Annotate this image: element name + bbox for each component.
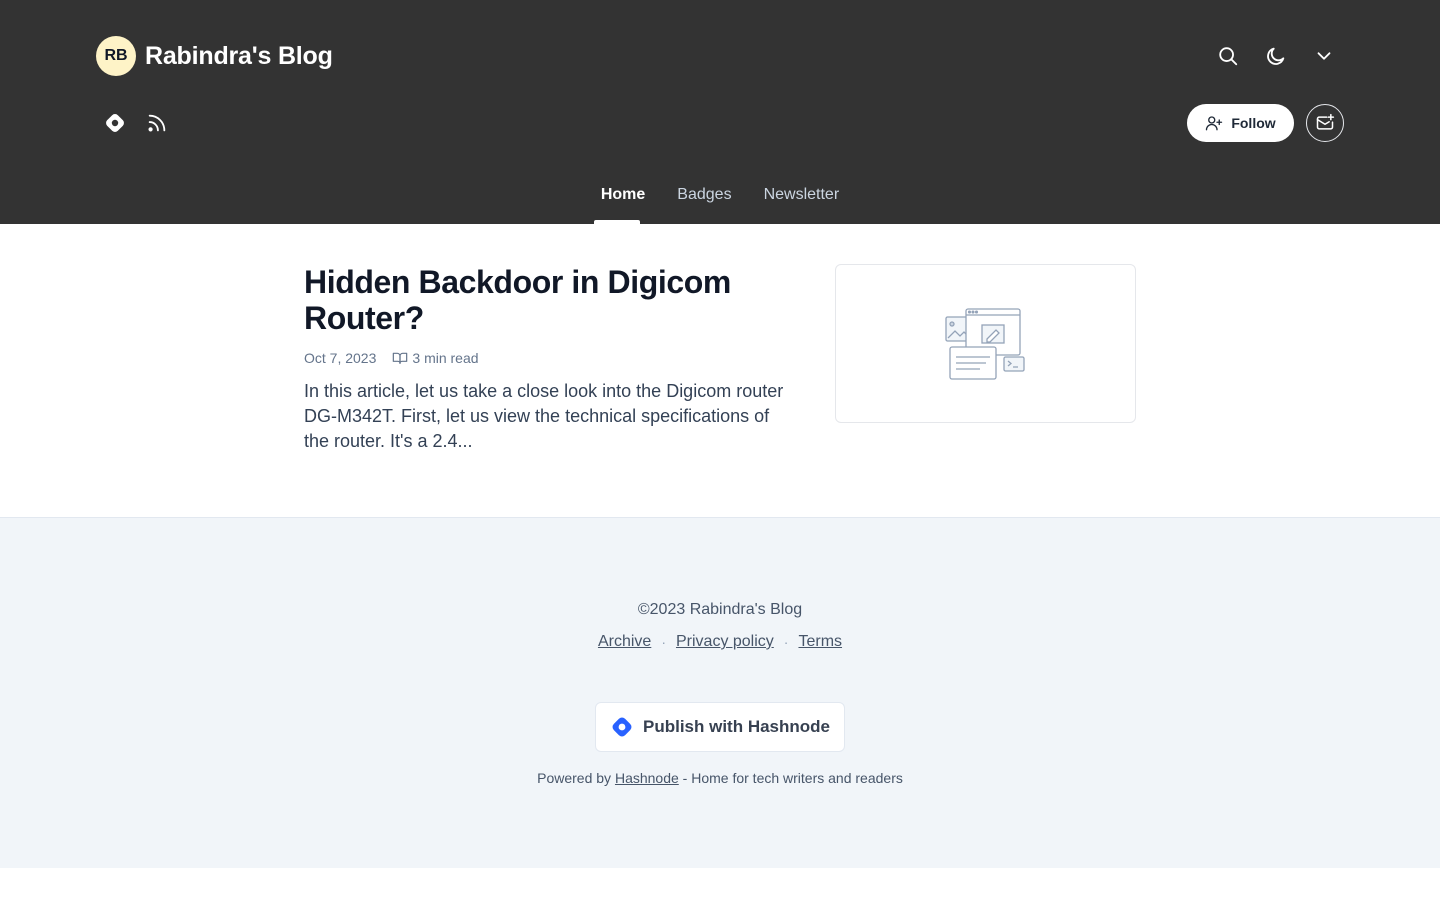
post-title[interactable]: Hidden Backdoor in Digicom Router? bbox=[304, 264, 784, 336]
post-cover-image[interactable] bbox=[835, 264, 1136, 423]
menu-dropdown-button[interactable] bbox=[1300, 36, 1348, 76]
post-meta: Oct 7, 2023 3 min read bbox=[304, 350, 479, 366]
hashnode-logo-icon bbox=[612, 717, 632, 737]
follow-label: Follow bbox=[1231, 115, 1276, 131]
powered-suffix: - Home for tech writers and readers bbox=[678, 770, 903, 786]
chevron-down-icon bbox=[1317, 52, 1331, 60]
follow-button[interactable]: Follow bbox=[1187, 104, 1294, 142]
main-nav: Home Badges Newsletter bbox=[0, 186, 1440, 204]
blog-title[interactable]: Rabindra's Blog bbox=[145, 42, 333, 71]
post-excerpt[interactable]: In this article, let us take a close loo… bbox=[304, 379, 784, 454]
active-nav-indicator bbox=[594, 220, 640, 224]
rss-icon bbox=[148, 114, 166, 132]
archive-link[interactable]: Archive bbox=[598, 633, 651, 651]
nav-item-home[interactable]: Home bbox=[601, 186, 645, 204]
nav-item-newsletter[interactable]: Newsletter bbox=[764, 186, 840, 204]
privacy-policy-link[interactable]: Privacy policy bbox=[676, 633, 774, 651]
hashnode-profile-link[interactable] bbox=[96, 104, 134, 142]
nav-item-badges[interactable]: Badges bbox=[677, 186, 731, 204]
powered-by-text: Powered by Hashnode - Home for tech writ… bbox=[0, 770, 1440, 786]
book-open-icon bbox=[393, 352, 408, 364]
user-plus-icon bbox=[1206, 116, 1223, 131]
powered-prefix: Powered by bbox=[537, 770, 615, 786]
image-placeholder-icon bbox=[944, 307, 1025, 380]
blog-header: RB Rabindra's Blog Follow Home Badges Ne… bbox=[0, 0, 1440, 224]
search-icon bbox=[1219, 47, 1238, 66]
copyright-text: ©2023 Rabindra's Blog bbox=[637, 601, 803, 618]
mail-plus-icon bbox=[1316, 113, 1335, 130]
post-date: Oct 7, 2023 bbox=[304, 350, 377, 366]
theme-toggle-button[interactable] bbox=[1252, 36, 1300, 76]
terms-link[interactable]: Terms bbox=[798, 633, 842, 651]
link-separator: · bbox=[783, 634, 789, 650]
newsletter-subscribe-button[interactable] bbox=[1306, 104, 1344, 142]
publish-with-hashnode-button[interactable]: Publish with Hashnode bbox=[595, 702, 845, 752]
moon-icon bbox=[1267, 47, 1285, 65]
search-button[interactable] bbox=[1204, 36, 1252, 76]
rss-feed-link[interactable] bbox=[138, 104, 176, 142]
social-links bbox=[96, 104, 180, 142]
site-footer: ©2023 Rabindra's Blog Archive · Privacy … bbox=[0, 517, 1440, 868]
footer-links: Archive · Privacy policy · Terms bbox=[0, 633, 1440, 651]
post-read-time: 3 min read bbox=[412, 350, 479, 366]
blog-avatar[interactable]: RB bbox=[96, 36, 136, 76]
hashnode-link[interactable]: Hashnode bbox=[615, 770, 679, 786]
link-separator: · bbox=[661, 634, 666, 650]
hashnode-icon bbox=[106, 114, 124, 132]
blog-brand[interactable]: RB Rabindra's Blog bbox=[96, 36, 333, 76]
publish-label: Publish with Hashnode bbox=[642, 717, 830, 736]
header-actions bbox=[1204, 36, 1348, 76]
